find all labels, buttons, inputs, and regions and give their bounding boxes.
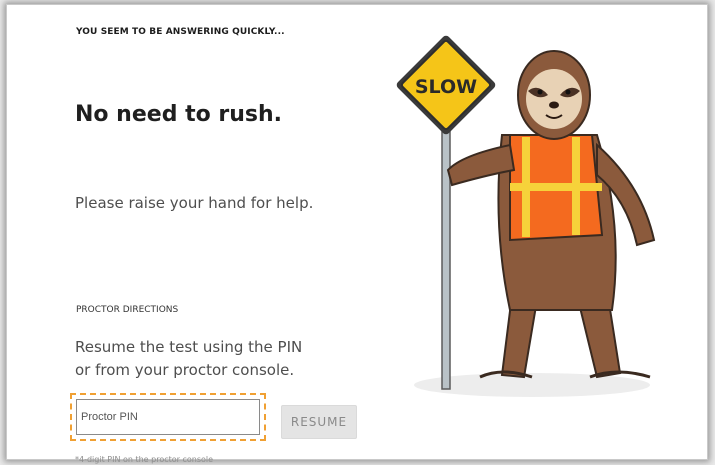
resume-button[interactable]: RESUME xyxy=(281,405,357,439)
directions-line-1: Resume the test using the PIN xyxy=(75,338,303,356)
vest-stripe-mid xyxy=(510,183,602,191)
page-title: No need to rush. xyxy=(75,102,283,127)
dialog-panel: YOU SEEM TO BE ANSWERING QUICKLY... No n… xyxy=(6,4,708,464)
help-text: Please raise your hand for help. xyxy=(75,194,314,212)
sloth-face xyxy=(526,69,582,129)
proctor-directions-text: Resume the test using the PIN or from yo… xyxy=(75,336,365,382)
sign-pole xyxy=(441,92,451,390)
sign-text: SLOW xyxy=(415,76,477,98)
sloth-eye-right xyxy=(565,89,571,95)
notice-eyebrow: YOU SEEM TO BE ANSWERING QUICKLY... xyxy=(76,27,285,37)
proctor-directions-label: PROCTOR DIRECTIONS xyxy=(76,305,179,315)
proctor-pin-input[interactable] xyxy=(76,399,260,435)
pin-focus-ring xyxy=(70,393,266,441)
sloth-nose xyxy=(549,101,559,109)
directions-line-2: or from your proctor console. xyxy=(75,361,295,379)
sloth-illustration: SLOW xyxy=(396,35,656,397)
sloth-eye-left xyxy=(537,89,543,95)
pin-hint: *4-digit PIN on the proctor console xyxy=(75,455,214,464)
